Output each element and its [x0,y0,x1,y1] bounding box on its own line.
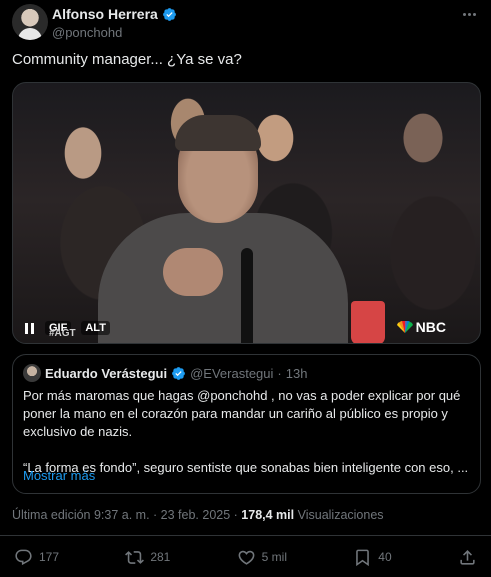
pause-icon[interactable] [25,322,35,334]
bookmark-icon [356,549,370,566]
action-bar: 177 281 5 mil 40 [14,545,477,569]
more-options-icon[interactable] [459,6,479,22]
repost-count: 281 [150,550,171,564]
show-more-link[interactable]: Mostrar más [23,468,95,483]
author-name-row: Alfonso Herrera [52,6,177,22]
like-count: 5 mil [261,550,287,564]
tweet-media-gif[interactable]: GIF ALT #AGT NBC [12,82,481,344]
quoted-avatar [23,364,41,382]
repost-button[interactable]: 281 [125,548,170,567]
reply-count: 177 [39,550,60,564]
quoted-separator: · [277,365,282,381]
nbc-logo: NBC [396,319,446,335]
quoted-tweet[interactable]: Eduardo Verástegui @EVerastegui · 13h Po… [12,354,481,494]
quoted-header: Eduardo Verástegui @EVerastegui · 13h [23,364,307,382]
reply-icon [15,549,32,565]
heart-icon [238,550,255,565]
quoted-name: Eduardo Verástegui [45,365,168,381]
bookmark-count: 40 [378,550,392,564]
share-button[interactable] [458,548,477,567]
quoted-handle: @EVerastegui [190,365,274,381]
author-name[interactable]: Alfonso Herrera [52,6,158,22]
repost-icon [125,550,145,564]
quoted-time: 13h [285,365,308,381]
media-person-hair [175,115,261,151]
tweet-text: Community manager... ¿Ya se va? [12,51,242,68]
divider [0,535,491,536]
verified-badge-icon [162,7,176,21]
peacock-icon [396,321,413,333]
media-person-body [98,213,348,343]
share-icon [460,549,475,565]
author-avatar[interactable] [12,4,48,40]
bookmark-button[interactable]: 40 [353,548,392,567]
media-red-cup [351,301,385,343]
like-button[interactable]: 5 mil [237,548,287,567]
tweet-meta: Última edición 9:37 a. m. · 23 feb. 2025… [12,508,384,522]
author-handle[interactable]: @ponchohd [52,25,122,40]
verified-badge-icon [172,366,185,380]
quoted-paragraph-1: Por más maromas que hagas @ponchohd , no… [23,388,461,439]
alt-badge[interactable]: ALT [81,321,110,335]
nbc-text: NBC [415,319,446,335]
tweet-header: Alfonso Herrera @ponchohd [12,4,479,42]
reply-button[interactable]: 177 [14,548,59,567]
agt-tag: #AGT [49,328,76,339]
media-microphone [241,248,253,343]
views-count: 178,4 mil [241,508,295,522]
media-person-hand [163,248,223,296]
edited-timestamp[interactable]: Última edición 9:37 a. m. · 23 feb. 2025… [12,508,241,522]
views-label: Visualizaciones [294,508,384,522]
